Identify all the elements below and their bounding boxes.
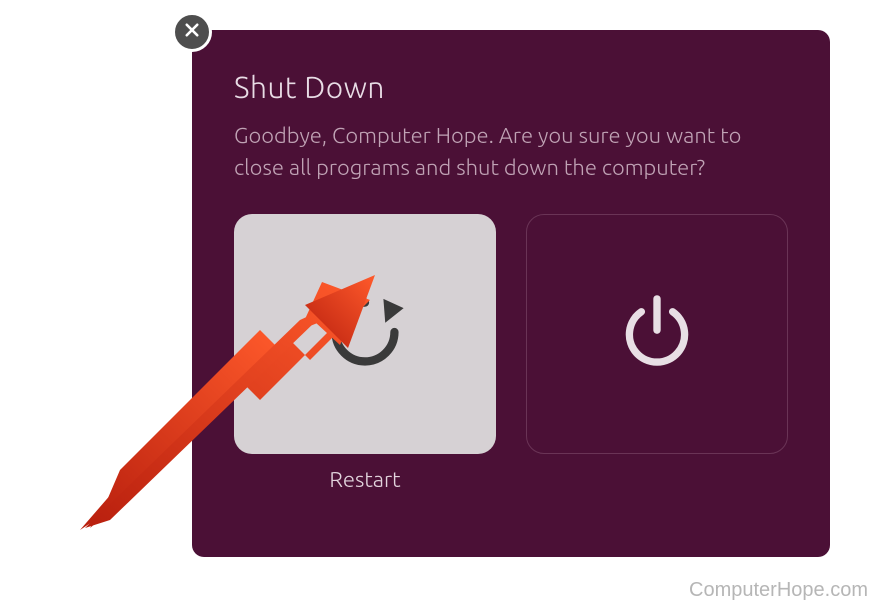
- restart-button[interactable]: Restart: [234, 214, 496, 454]
- watermark: ComputerHope.com: [689, 579, 868, 602]
- close-button[interactable]: [172, 12, 212, 52]
- dialog-message: Goodbye, Computer Hope. Are you sure you…: [234, 120, 788, 184]
- dialog-title: Shut Down: [234, 70, 788, 104]
- power-icon: [611, 286, 703, 382]
- restart-icon: [319, 286, 411, 382]
- action-buttons-row: Restart: [234, 214, 788, 454]
- restart-label: Restart: [234, 467, 496, 492]
- shutdown-dialog: Shut Down Goodbye, Computer Hope. Are yo…: [192, 30, 830, 557]
- shutdown-button[interactable]: [526, 214, 788, 454]
- close-icon: [183, 21, 201, 43]
